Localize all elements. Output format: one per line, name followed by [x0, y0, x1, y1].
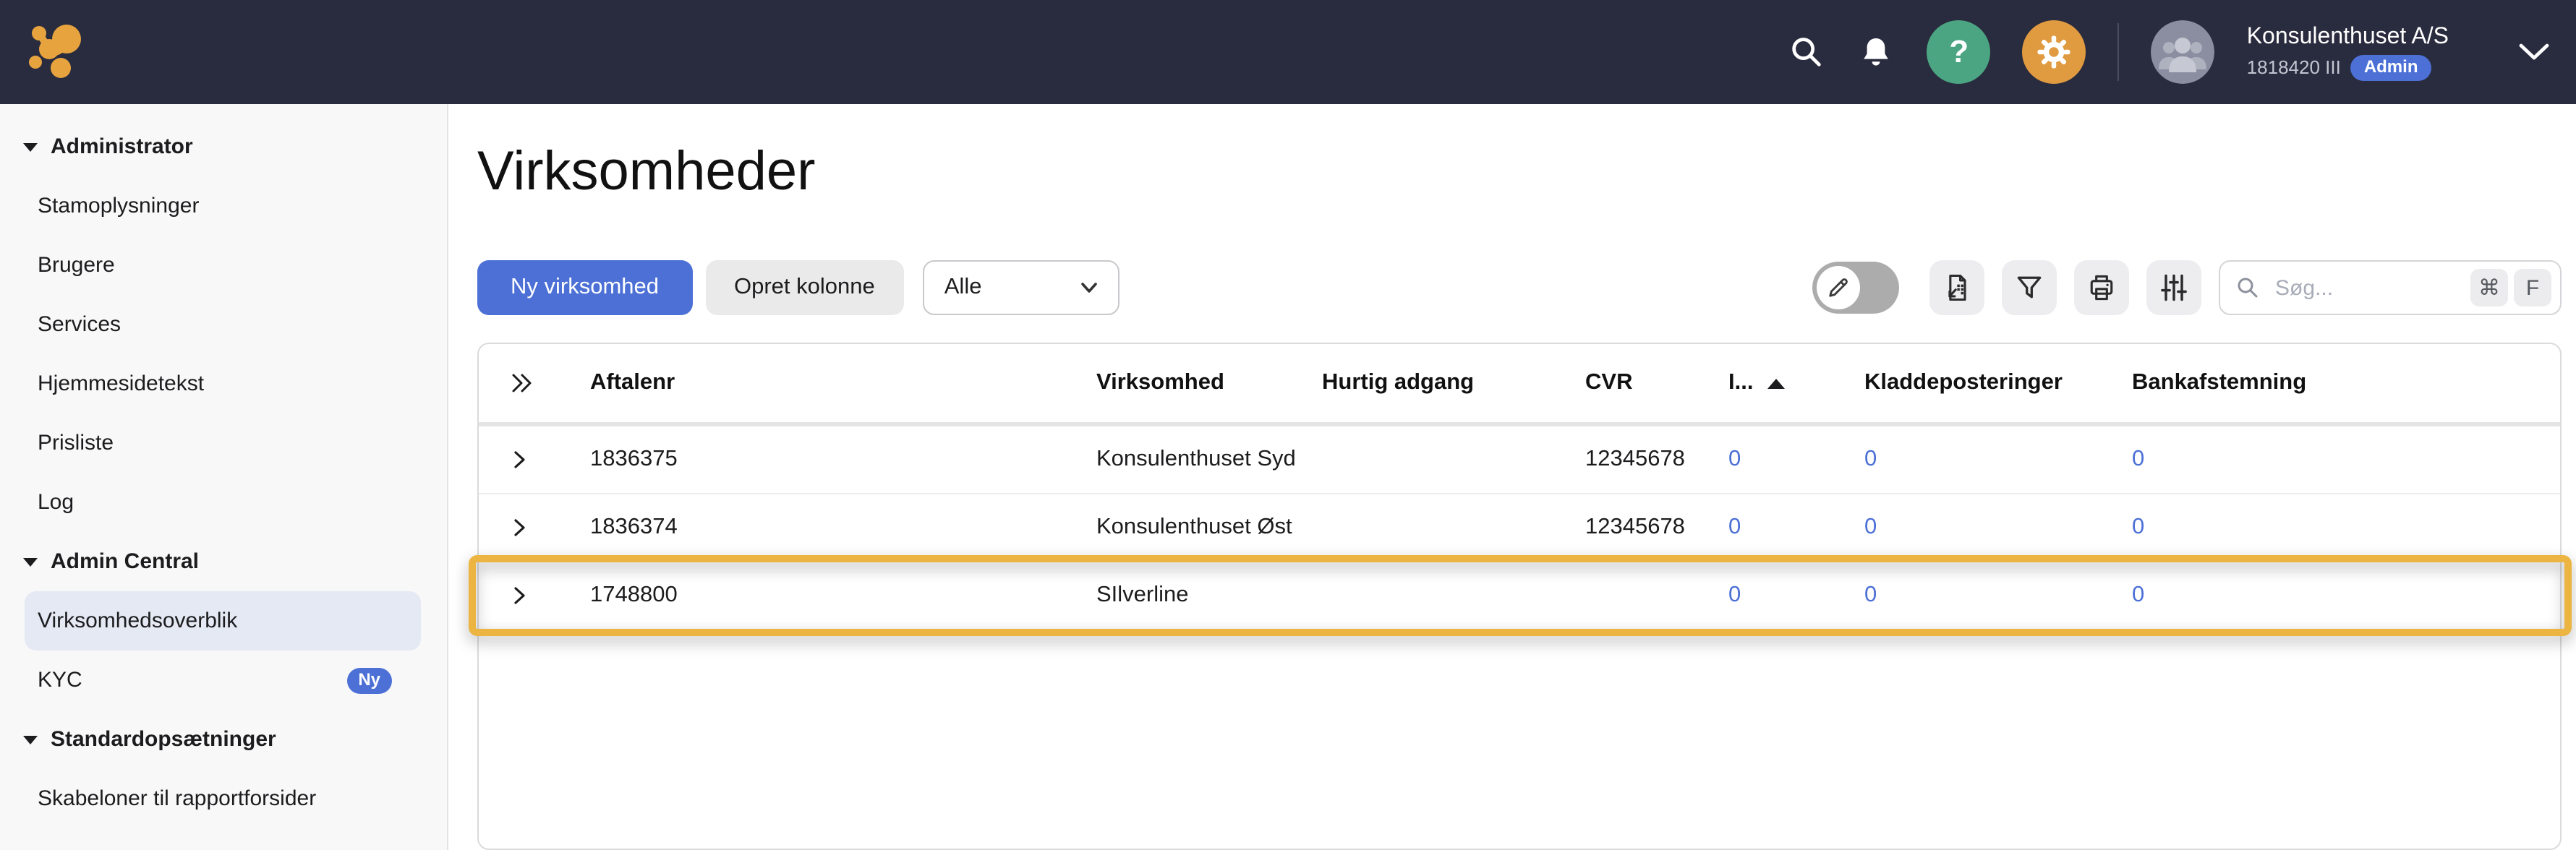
sidebar-item-brugere[interactable]: Brugere	[0, 236, 447, 295]
f-key-icon: F	[2514, 269, 2551, 306]
table-header-row: Aftalenr Virksomhed Hurtig adgang CVR I.…	[479, 344, 2560, 426]
bankafstemning-link[interactable]: 0	[2132, 515, 2144, 539]
column-header-i-sorted[interactable]: I...	[1728, 370, 1864, 396]
app-logo-icon	[29, 23, 84, 81]
search-input[interactable]	[2272, 274, 2470, 301]
edit-mode-toggle[interactable]	[1812, 262, 1899, 314]
notifications-bell-icon[interactable]	[1858, 33, 1895, 71]
pencil-icon	[1817, 266, 1860, 309]
bankafstemning-link[interactable]: 0	[2132, 447, 2144, 471]
cell-aftalenr: 1748800	[590, 583, 1096, 609]
help-button[interactable]: ?	[1927, 20, 1991, 84]
table-row[interactable]: 1836374 Konsulenthuset Øst 12345678 0 0 …	[479, 493, 2560, 561]
toolbar: Ny virksomhed Opret kolonne Alle	[477, 260, 2562, 315]
cell-cvr: 12345678	[1585, 515, 1728, 541]
column-header-hurtig-adgang[interactable]: Hurtig adgang	[1322, 370, 1585, 396]
row-expand-chevron-icon[interactable]	[479, 584, 590, 607]
account-name: Konsulenthuset A/S	[2247, 23, 2449, 52]
page-title: Virksomheder	[477, 139, 2562, 205]
sidebar-section-admin-central[interactable]: Admin Central	[0, 532, 447, 591]
cell-virksomhed: Konsulenthuset Syd	[1096, 447, 1322, 473]
settings-gear-button[interactable]	[2023, 20, 2086, 84]
section-collapse-icon	[23, 142, 38, 151]
topbar-actions: ?	[1788, 20, 2553, 84]
kladdeposteringer-link[interactable]: 0	[1864, 583, 1877, 607]
chevron-down-icon	[1078, 276, 1101, 299]
sidebar-item-stamoplysninger[interactable]: Stamoplysninger	[0, 176, 447, 236]
filter-button[interactable]	[2002, 260, 2057, 315]
sidebar-item-log[interactable]: Log	[0, 473, 447, 532]
topbar-divider	[2118, 23, 2120, 81]
column-header-cvr[interactable]: CVR	[1585, 370, 1728, 396]
export-file-icon	[1941, 272, 1973, 304]
filter-select-value: Alle	[944, 275, 982, 301]
column-header-aftalenr[interactable]: Aftalenr	[590, 370, 1096, 396]
search-icon[interactable]	[1788, 33, 1826, 71]
expand-all-icon[interactable]	[479, 370, 590, 396]
filter-select[interactable]: Alle	[923, 260, 1119, 315]
kladdeposteringer-link[interactable]: 0	[1864, 515, 1877, 539]
table-row[interactable]: 1836375 Konsulenthuset Syd 12345678 0 0 …	[479, 426, 2560, 493]
section-collapse-icon	[23, 735, 38, 744]
sidebar-item-prisliste[interactable]: Prisliste	[0, 413, 447, 473]
column-settings-button[interactable]	[2146, 260, 2201, 315]
main-content: Virksomheder Ny virksomhed Opret kolonne…	[448, 104, 2576, 850]
filter-funnel-icon	[2013, 272, 2045, 304]
sidebar-item-kyc[interactable]: KYC Ny	[0, 651, 447, 710]
create-column-button[interactable]: Opret kolonne	[705, 260, 904, 315]
sidebar: Administrator Stamoplysninger Brugere Se…	[0, 104, 448, 850]
sidebar-item-skabeloner[interactable]: Skabeloner til rapportforsider	[0, 769, 447, 828]
column-header-virksomhed[interactable]: Virksomhed	[1096, 370, 1322, 396]
new-feature-badge: Ny	[346, 667, 392, 693]
cell-aftalenr: 1836375	[590, 447, 1096, 473]
kladdeposteringer-link[interactable]: 0	[1864, 447, 1877, 471]
sidebar-item-virksomhedsoverblik[interactable]: Virksomhedsoverblik	[25, 591, 421, 651]
topbar: ?	[0, 0, 2576, 104]
new-company-button[interactable]: Ny virksomhed	[477, 260, 692, 315]
account-number: 1818420 III	[2247, 56, 2341, 80]
table-empty-area	[479, 629, 2560, 849]
cell-aftalenr: 1836374	[590, 515, 1096, 541]
account-menu[interactable]: Konsulenthuset A/S 1818420 III Admin	[2247, 23, 2449, 81]
sliders-icon	[2158, 272, 2190, 304]
sidebar-item-services[interactable]: Services	[0, 295, 447, 354]
printer-icon	[2086, 272, 2117, 304]
sidebar-section-standardopsaetninger[interactable]: Standardopsætninger	[0, 710, 447, 769]
search-icon	[2235, 275, 2261, 301]
cmd-key-icon: ⌘	[2470, 269, 2508, 306]
i-count-link[interactable]: 0	[1728, 515, 1741, 539]
sidebar-section-administrator[interactable]: Administrator	[0, 117, 447, 176]
i-count-link[interactable]: 0	[1728, 447, 1741, 471]
cell-cvr: 12345678	[1585, 447, 1728, 473]
screen: ?	[0, 0, 2576, 850]
admin-role-badge: Admin	[2351, 55, 2431, 81]
row-expand-chevron-icon[interactable]	[479, 516, 590, 539]
cell-virksomhed: Konsulenthuset Øst	[1096, 515, 1322, 541]
bankafstemning-link[interactable]: 0	[2132, 583, 2144, 607]
column-header-kladdeposteringer[interactable]: Kladdeposteringer	[1864, 370, 2132, 396]
cell-virksomhed: SIlverline	[1096, 583, 1322, 609]
account-chevron-down-icon[interactable]	[2515, 39, 2553, 65]
sidebar-item-hjemmesidetekst[interactable]: Hjemmesidetekst	[0, 354, 447, 413]
export-file-button[interactable]	[1929, 260, 1984, 315]
print-button[interactable]	[2074, 260, 2129, 315]
column-header-bankafstemning[interactable]: Bankafstemning	[2132, 370, 2560, 396]
section-collapse-icon	[23, 557, 38, 566]
account-avatar[interactable]	[2151, 20, 2215, 84]
row-expand-chevron-icon[interactable]	[479, 448, 590, 471]
i-count-link[interactable]: 0	[1728, 583, 1741, 607]
table-row-highlighted[interactable]: 1748800 SIlverline 0 0 0	[479, 561, 2560, 629]
table-search: ⌘ F	[2219, 260, 2562, 315]
companies-table: Aftalenr Virksomhed Hurtig adgang CVR I.…	[477, 343, 2562, 850]
sort-ascending-icon	[1767, 378, 1785, 388]
